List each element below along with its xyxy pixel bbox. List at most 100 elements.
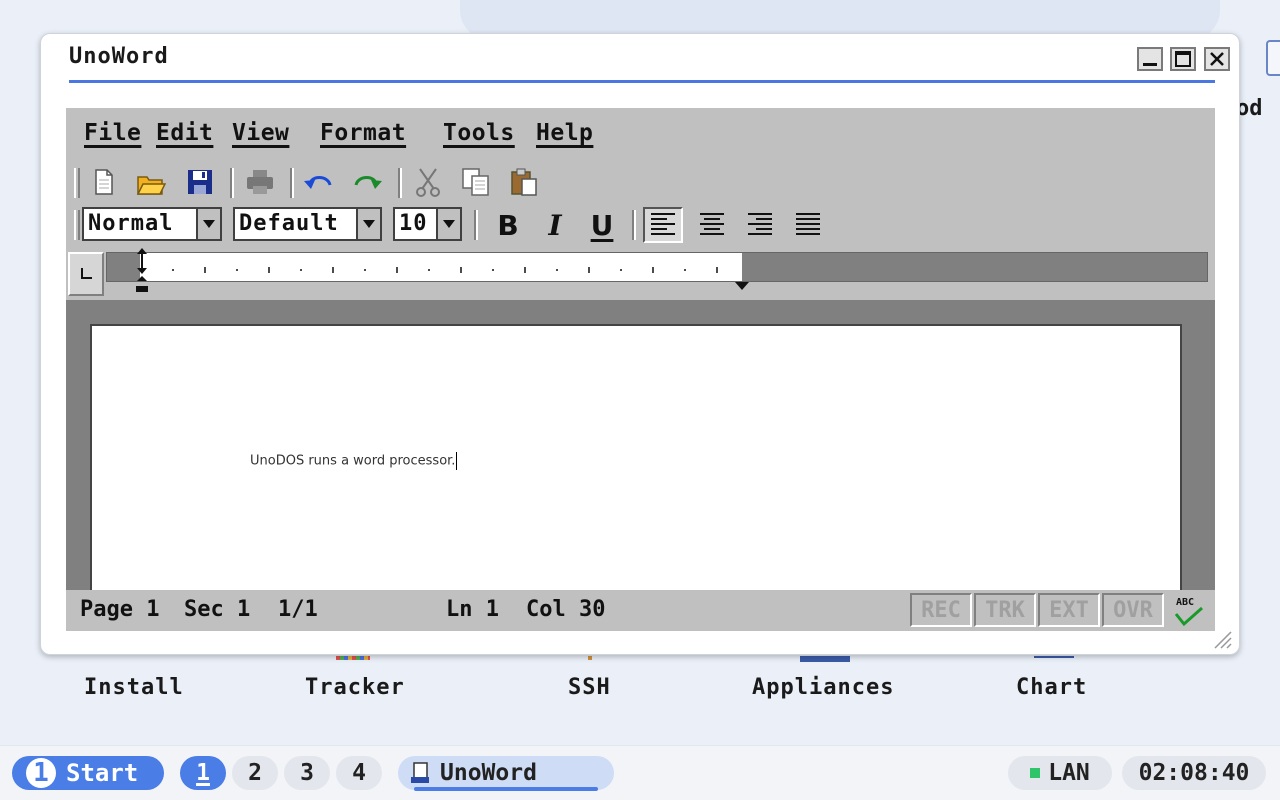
formatting-toolbar: Normal Default 10 B I U [66,204,1215,244]
spellcheck-icon[interactable]: ABC [1172,594,1206,628]
align-left-icon [651,213,675,235]
document-text[interactable]: UnoDOS runs a word processor. [250,452,458,470]
toolbar-grip[interactable] [74,168,80,198]
window-title[interactable]: UnoWord [69,44,169,69]
workspace-3[interactable]: 3 [284,756,330,790]
clock[interactable]: 02:08:40 [1122,756,1266,790]
start-button[interactable]: 1 Start [12,756,164,790]
desktop-file-icon[interactable] [1266,40,1280,76]
app-area: File Edit View Format Tools Help Normal … [66,108,1215,631]
close-button[interactable] [1204,47,1230,71]
toolbar-separator [632,210,636,240]
menubar: File Edit View Format Tools Help [66,108,1215,158]
mode-ext[interactable]: EXT [1038,593,1100,627]
minimize-button[interactable] [1137,47,1163,71]
resize-grip-icon[interactable] [1211,628,1233,650]
desktop-icon-tracker[interactable]: Tracker [305,675,405,700]
ruler [66,246,1215,296]
new-document-icon[interactable] [88,166,120,198]
size-value: 10 [399,211,428,236]
menu-format[interactable]: Format [320,120,406,146]
status-section: Sec 1 [184,597,251,622]
chevron-down-icon[interactable] [436,209,460,239]
italic-button[interactable]: I [535,207,575,243]
status-page: Page 1 [80,597,160,622]
workspace-1[interactable]: 1 [180,756,226,790]
style-select[interactable]: Normal [82,207,222,241]
print-icon[interactable] [244,166,276,198]
appliances-icon-fragment[interactable] [800,656,850,662]
copy-icon[interactable] [460,166,492,198]
desktop-icon-install[interactable]: Install [84,675,184,700]
svg-text:ABC: ABC [1176,597,1194,608]
document-page[interactable]: UnoDOS runs a word processor. [90,324,1182,590]
mode-trk[interactable]: TRK [974,593,1036,627]
close-icon [1210,52,1224,66]
start-logo-icon: 1 [26,758,56,788]
cut-icon[interactable] [412,166,444,198]
toolbar-grip[interactable] [74,210,80,240]
paste-icon[interactable] [508,166,540,198]
save-icon[interactable] [184,166,216,198]
chart-icon-fragment[interactable] [1034,656,1074,658]
menu-edit[interactable]: Edit [156,120,213,146]
left-tab-icon [81,268,92,279]
justify-icon [796,213,820,235]
align-center-icon [700,213,724,235]
toolbar-separator [290,168,294,198]
menu-tools[interactable]: Tools [443,120,515,146]
task-label: UnoWord [440,760,537,786]
document-area: UnoDOS runs a word processor. [66,300,1215,590]
align-right-button[interactable] [740,207,780,243]
ruler-text-area [140,253,742,281]
open-folder-icon[interactable] [135,168,167,200]
align-left-button[interactable] [643,207,683,243]
menu-file[interactable]: File [84,120,141,146]
menu-view[interactable]: View [232,120,289,146]
minimize-icon [1143,63,1157,66]
undo-icon[interactable] [302,167,334,199]
desktop-icon-ssh[interactable]: SSH [568,675,611,700]
unoword-window: UnoWord File Edit View Format Tools Help [40,33,1240,655]
word-processor-icon [411,762,429,783]
font-value: Default [239,211,339,236]
font-select[interactable]: Default [233,207,382,241]
tab-stop-selector[interactable] [68,252,104,296]
toolbar-separator [474,210,478,240]
tracker-icon-fragment[interactable] [336,656,370,660]
network-status[interactable]: LAN [1008,756,1112,790]
toolbar-separator [230,168,234,198]
title-underline [69,80,1215,83]
workspace-2[interactable]: 2 [232,756,278,790]
redo-icon[interactable] [352,167,384,199]
maximize-button[interactable] [1170,47,1196,71]
task-unoword[interactable]: UnoWord [398,756,614,790]
standard-toolbar [66,162,1215,202]
network-status-icon [1030,768,1041,778]
indent-marker-icon[interactable] [134,246,150,296]
bold-button[interactable]: B [488,207,528,243]
desktop-icon-chart[interactable]: Chart [1016,675,1087,700]
chevron-down-icon[interactable] [196,209,220,239]
ssh-icon-fragment[interactable] [588,656,592,660]
start-label: Start [66,759,139,787]
size-select[interactable]: 10 [393,207,462,241]
align-right-icon [748,213,772,235]
task-active-indicator [414,787,598,791]
toolbar-separator [398,168,402,198]
status-column: Col 30 [526,597,606,622]
mode-ovr[interactable]: OVR [1102,593,1164,627]
desktop-icon-appliances[interactable]: Appliances [752,675,894,700]
align-center-button[interactable] [692,207,732,243]
chevron-down-icon[interactable] [356,209,380,239]
right-margin-marker-icon[interactable] [735,282,749,292]
status-pages: 1/1 [278,597,318,622]
menu-help[interactable]: Help [536,120,593,146]
workspace-4[interactable]: 4 [336,756,382,790]
underline-button[interactable]: U [582,207,622,243]
text-caret [456,452,458,470]
mode-rec[interactable]: REC [910,593,972,627]
status-line: Ln 1 [446,597,499,622]
justify-button[interactable] [788,207,828,243]
status-bar: Page 1 Sec 1 1/1 Ln 1 Col 30 REC TRK EXT… [66,590,1215,631]
